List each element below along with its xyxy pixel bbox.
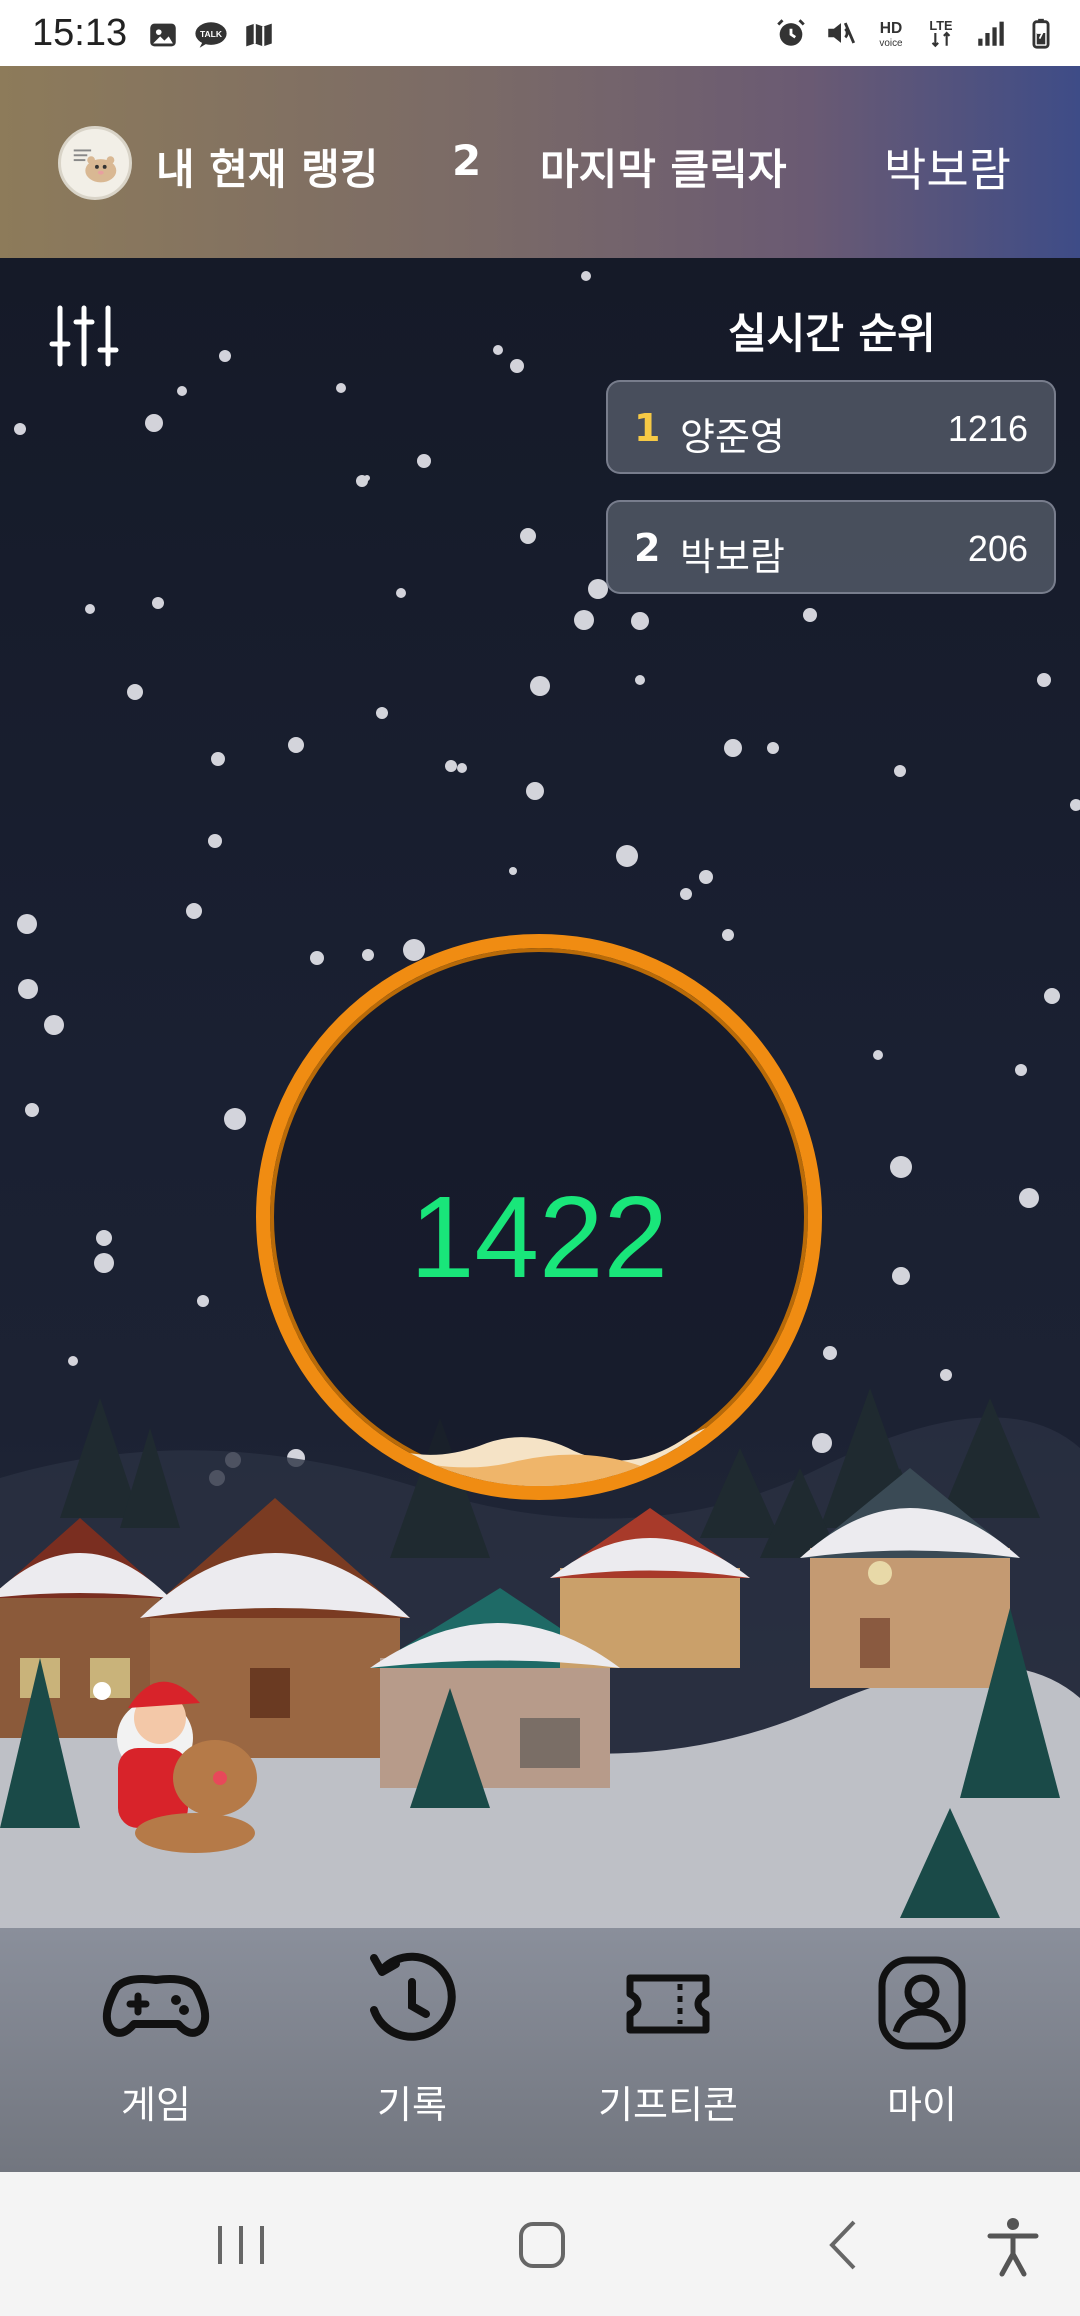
my-rank-value: 2 xyxy=(452,136,482,185)
system-navigation-bar xyxy=(0,2172,1080,2316)
home-icon[interactable] xyxy=(507,2210,577,2280)
live-ranking-title: 실시간 순위 xyxy=(728,309,936,358)
profile-icon xyxy=(878,1956,966,2050)
history-icon xyxy=(370,1952,456,2041)
ranking-row: 2 박보람 206 xyxy=(606,500,1056,594)
nav-game[interactable]: 게임 xyxy=(56,1948,256,2158)
hd-voice-icon: HD voice xyxy=(874,16,908,50)
avatar[interactable] xyxy=(58,126,132,200)
bottom-navigation: 게임 기록 기프티콘 마이 xyxy=(0,1928,1080,2172)
ranking-header: 내 현재 랭킹 2 마지막 클릭자 박보람 xyxy=(0,66,1080,258)
hamster-avatar-icon xyxy=(73,149,117,183)
ranking-row: 1 양준영 1216 xyxy=(606,380,1056,474)
nav-my-label: 마이 xyxy=(887,2083,957,2127)
lte-icon: LTE xyxy=(924,16,958,50)
rank-name: 양준영 xyxy=(680,415,785,459)
last-clicker-label: 마지막 클릭자 xyxy=(540,145,787,194)
battery-icon xyxy=(1024,16,1058,50)
mute-icon xyxy=(824,16,858,50)
status-time: 15:13 xyxy=(32,12,128,54)
talk-icon: TALK xyxy=(194,18,228,52)
rank-score: 1216 xyxy=(947,408,1028,449)
lte-text: LTE xyxy=(929,18,952,33)
back-icon[interactable] xyxy=(810,2210,880,2280)
gamepad-icon xyxy=(102,1975,210,2037)
click-count: 1422 xyxy=(409,1172,669,1302)
game-area: 실시간 순위 1 양준영 1216 2 박보람 206 1422 xyxy=(0,258,1080,1928)
nav-my[interactable]: 마이 xyxy=(822,1948,1022,2158)
nav-history-label: 기록 xyxy=(377,2083,447,2127)
signal-icon xyxy=(974,16,1008,50)
accessibility-icon[interactable] xyxy=(978,2210,1048,2280)
nav-gifticon-label: 기프티콘 xyxy=(598,2083,738,2127)
rank-name: 박보람 xyxy=(680,535,785,579)
talk-text: TALK xyxy=(200,29,223,39)
voice-text: voice xyxy=(879,38,903,49)
nav-game-label: 게임 xyxy=(121,2083,191,2127)
sliders-icon[interactable] xyxy=(48,300,120,372)
status-bar: 15:13 TALK HD voice LTE xyxy=(0,0,1080,66)
my-rank-label: 내 현재 랭킹 xyxy=(156,145,379,194)
nav-gifticon[interactable]: 기프티콘 xyxy=(568,1948,768,2158)
alarm-icon xyxy=(774,16,808,50)
last-clicker-value: 박보람 xyxy=(884,143,1011,197)
nav-history[interactable]: 기록 xyxy=(312,1948,512,2158)
image-icon xyxy=(146,18,180,52)
map-icon xyxy=(242,18,276,52)
rank-number: 1 xyxy=(634,406,661,450)
hd-text: HD xyxy=(880,20,903,37)
click-counter-button[interactable]: 1422 xyxy=(256,934,822,1500)
snow-cap-decoration xyxy=(270,1419,808,1486)
ticket-icon xyxy=(626,1974,710,2034)
recent-apps-icon[interactable] xyxy=(206,2210,276,2280)
rank-number: 2 xyxy=(634,526,661,570)
rank-score: 206 xyxy=(967,528,1028,569)
